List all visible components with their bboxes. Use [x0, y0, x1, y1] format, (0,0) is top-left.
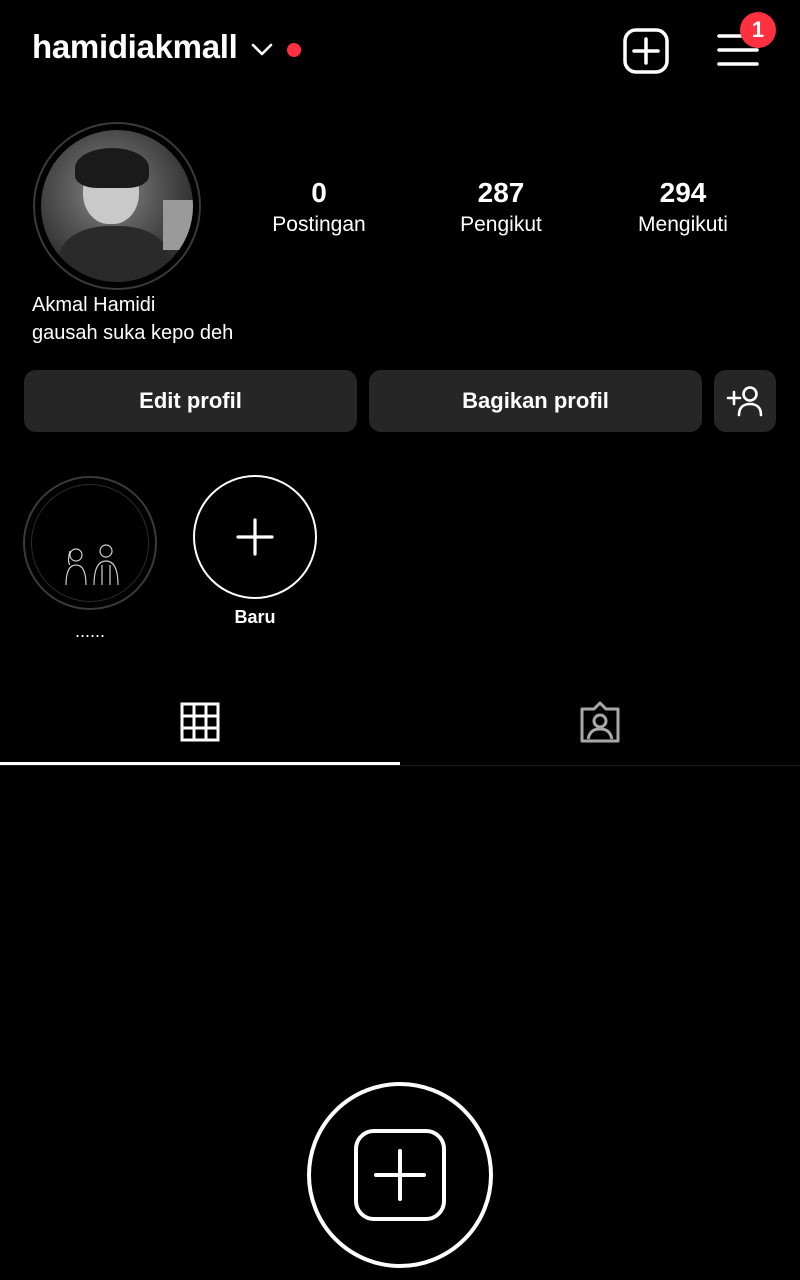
- followers-count: 287: [477, 177, 525, 208]
- new-highlight-label: Baru: [234, 607, 276, 627]
- profile-bio: gausah suka kepo deh: [32, 322, 234, 344]
- edit-profile-button[interactable]: Edit profil: [24, 370, 357, 432]
- profile-username[interactable]: hamidiakmall: [32, 28, 238, 66]
- stat-posts[interactable]: 0 Postingan: [239, 175, 399, 239]
- account-notification-dot: [287, 43, 301, 57]
- following-label: Mengikuti: [638, 213, 728, 236]
- followers-label: Pengikut: [460, 213, 542, 236]
- posts-label: Postingan: [272, 213, 366, 236]
- discover-people-button[interactable]: [714, 370, 776, 432]
- posts-count: 0: [311, 177, 327, 208]
- highlight-label: ......: [74, 621, 105, 641]
- profile-full-name: Akmal Hamidi: [32, 294, 156, 316]
- following-count: 294: [659, 177, 707, 208]
- highlight-cover: [31, 484, 149, 602]
- chevron-down-icon[interactable]: [250, 40, 274, 60]
- tab-posts-grid[interactable]: [0, 680, 400, 764]
- profile-avatar[interactable]: [33, 122, 201, 290]
- share-profile-button[interactable]: Bagikan profil: [369, 370, 702, 432]
- tagged-icon: [580, 701, 620, 743]
- plus-square-icon: [354, 1129, 446, 1221]
- tab-tagged[interactable]: [400, 680, 800, 764]
- grid-icon: [180, 702, 220, 742]
- story-highlight[interactable]: [23, 476, 157, 610]
- plus-icon: [236, 518, 274, 556]
- tab-divider: [0, 765, 800, 766]
- new-highlight-button[interactable]: [193, 475, 317, 599]
- stat-followers[interactable]: 287 Pengikut: [421, 175, 581, 239]
- add-person-icon: [726, 386, 763, 417]
- notification-badge[interactable]: 1: [740, 12, 776, 48]
- avatar-photo: [41, 130, 193, 282]
- stat-following[interactable]: 294 Mengikuti: [603, 175, 763, 239]
- create-first-post-button[interactable]: [307, 1082, 493, 1268]
- new-post-icon[interactable]: [623, 28, 669, 74]
